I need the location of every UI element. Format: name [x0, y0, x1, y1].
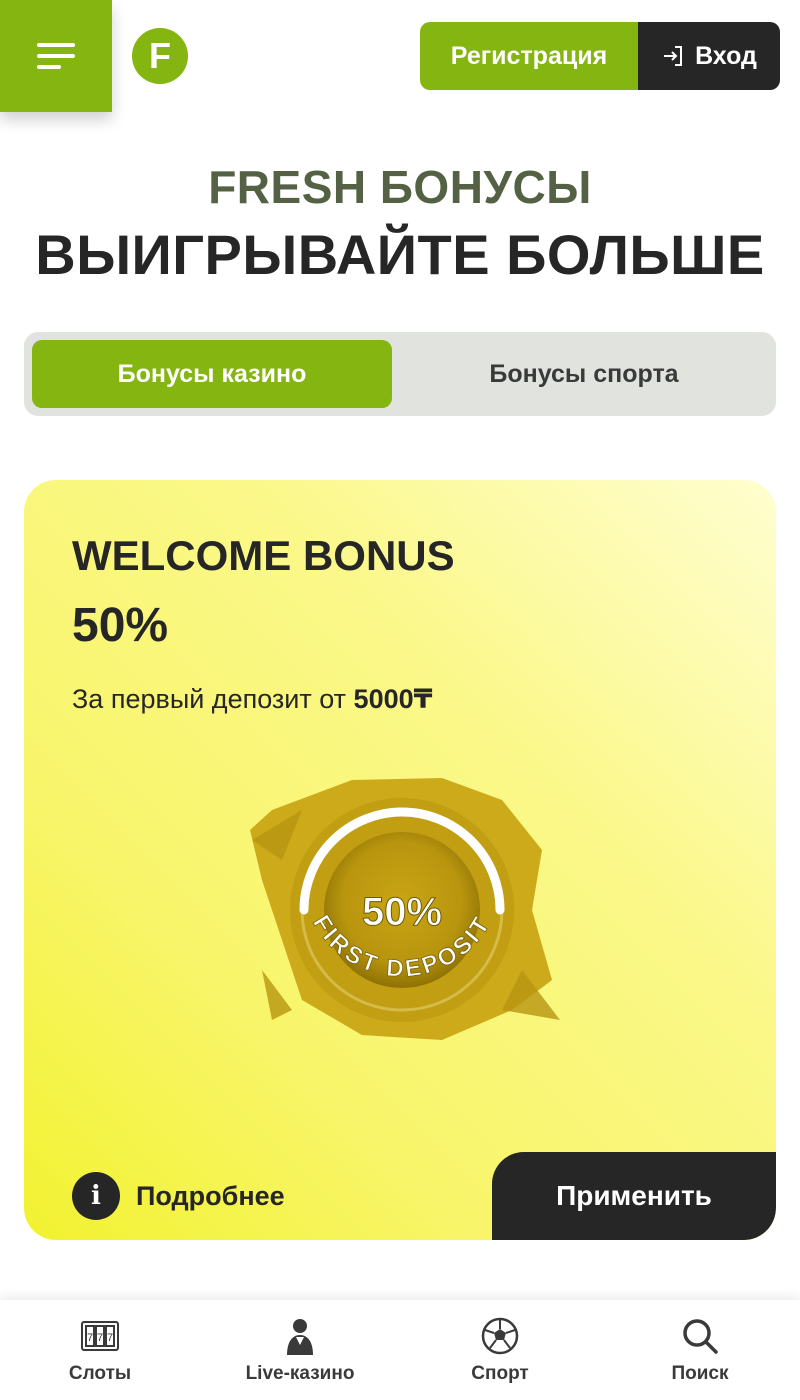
tab-sport-bonuses[interactable]: Бонусы спорта	[400, 340, 768, 408]
info-icon: i	[72, 1172, 120, 1220]
nav-label-slots: Слоты	[68, 1363, 132, 1384]
page-subtitle: FRESH БОНУСЫ	[208, 161, 592, 213]
svg-text:7: 7	[107, 1332, 113, 1344]
badge-value: 50%	[362, 890, 442, 934]
bonus-percent: 50%	[72, 599, 169, 652]
hamburger-icon-bar	[37, 54, 75, 58]
hamburger-icon-bar	[37, 65, 61, 69]
bonus-description-text: За первый депозит от	[72, 684, 354, 714]
slots-icon: 7 7 7	[81, 1321, 119, 1351]
bonus-description: За первый депозит от 5000₸	[72, 684, 432, 715]
register-button[interactable]: Регистрация	[420, 22, 638, 90]
tab-casino-bonuses[interactable]: Бонусы казино	[32, 340, 392, 408]
search-icon	[683, 1319, 718, 1354]
nav-item-search[interactable]: Поиск	[600, 1300, 800, 1400]
first-deposit-badge: 50% FIRST DEPOSIT	[250, 778, 560, 1040]
nav-label-search: Поиск	[671, 1363, 729, 1384]
details-link[interactable]: i Подробнее	[72, 1172, 285, 1220]
page-title: ВЫИГРЫВАЙТЕ БОЛЬШЕ	[35, 223, 765, 286]
soccer-ball-icon	[481, 1317, 519, 1355]
hamburger-icon	[37, 43, 75, 47]
menu-button[interactable]	[0, 0, 112, 112]
nav-item-sport[interactable]: Спорт	[400, 1300, 600, 1400]
details-label: Подробнее	[136, 1180, 285, 1211]
nav-label-live-casino: Live-казино	[245, 1363, 355, 1384]
brand-logo[interactable]: F	[132, 28, 188, 84]
svg-text:7: 7	[87, 1332, 93, 1344]
nav-label-sport: Спорт	[471, 1363, 529, 1384]
apply-button[interactable]: Применить	[492, 1152, 776, 1240]
nav-item-live-casino[interactable]: Live-казино	[200, 1300, 400, 1400]
bonus-title: WELCOME BONUS	[72, 532, 455, 579]
svg-text:7: 7	[97, 1332, 103, 1344]
live-dealer-icon	[287, 1319, 313, 1355]
login-label: Вход	[695, 41, 757, 70]
bottom-nav: 7 7 7 Слоты Live-казино Спорт Поиск	[0, 1300, 800, 1400]
bonus-tabs: Бонусы казино Бонусы спорта	[24, 332, 776, 416]
bonus-min-deposit: 5000₸	[353, 684, 433, 714]
login-button[interactable]: Вход	[638, 22, 780, 90]
bonus-card: WELCOME BONUS 50% За первый депозит от 5…	[24, 480, 776, 1240]
login-icon	[664, 46, 683, 66]
nav-item-slots[interactable]: 7 7 7 Слоты	[0, 1300, 200, 1400]
